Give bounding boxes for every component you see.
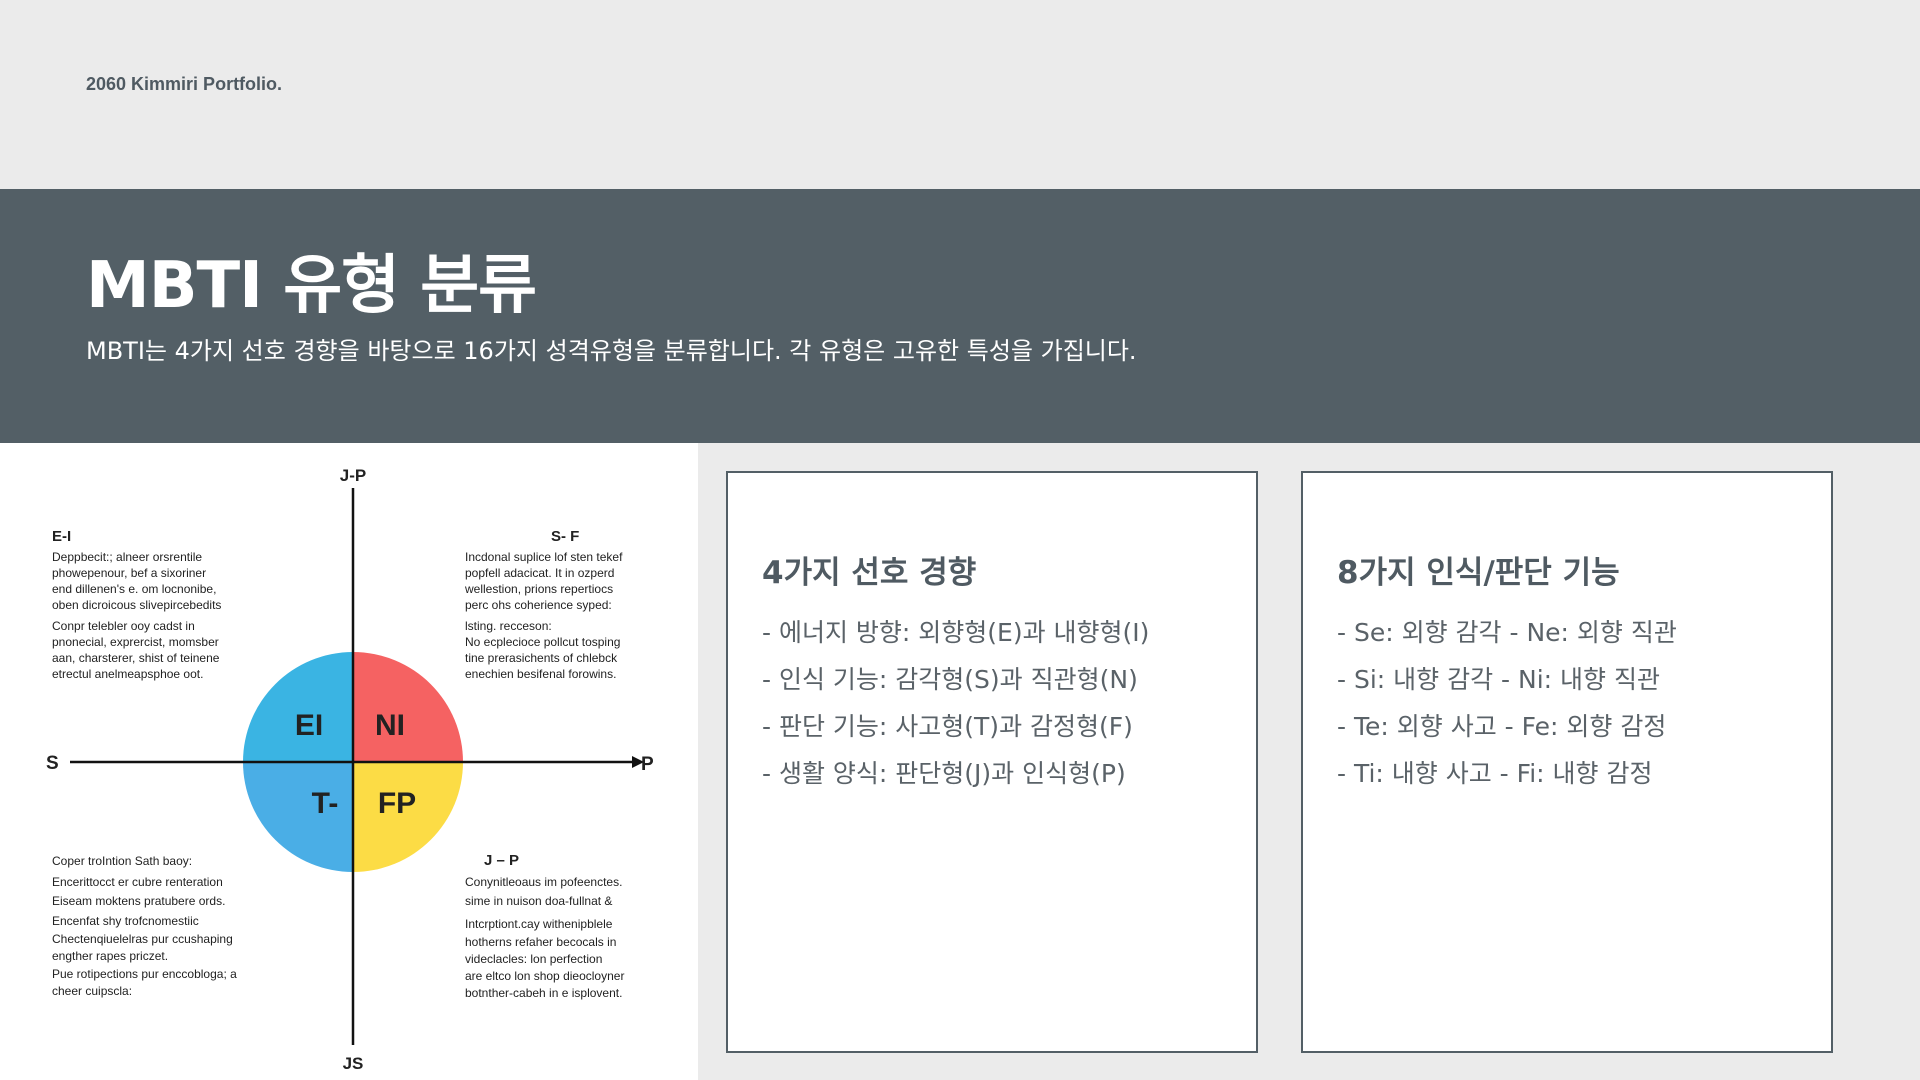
block-line: Pue rotipections pur enccobloga; a — [52, 967, 237, 981]
block-line: Coper troIntion Sath baoy: — [52, 854, 192, 868]
mbti-diagram: J-P JS S P EI NI T- FP E-I Deppbecit:; a… — [0, 443, 698, 1080]
list-item: - Te: 외향 사고 - Fe: 외향 감정 — [1337, 712, 1667, 741]
portfolio-label: 2060 Kimmiri Portfolio. — [86, 74, 283, 94]
list-item: - 인식 기능: 감각형(S)과 직관형(N) — [762, 665, 1138, 694]
block-line: pnonecial, exprercist, momsber — [52, 635, 219, 649]
block-heading-top-left: E-I — [52, 528, 71, 545]
block-line: popfell adacicat. It in ozperd — [465, 566, 614, 580]
card-title: 8가지 인식/판단 기능 — [1337, 555, 1620, 591]
axis-label-left: S — [46, 753, 59, 774]
block-text-bottom-right: Conynitleoaus im pofeenctes. sime in nui… — [465, 875, 624, 1000]
block-text-top-left: Deppbecit:; alneer orsrentile phowepenou… — [52, 550, 221, 681]
block-heading-bottom-right: J – P — [484, 852, 519, 869]
block-line: phowepenour, bef a sixoriner — [52, 566, 206, 580]
block-line: tine prerasichents of chlebck — [465, 651, 618, 665]
block-line: end dillenen's e. om locnonibe, — [52, 582, 216, 596]
block-line: videclacles: lon perfection — [465, 952, 602, 966]
block-line: Incdonal suplice lof sten tekef — [465, 550, 623, 564]
block-line: Intcrptiont.cay withenipblele — [465, 917, 613, 931]
block-text-top-right: Incdonal suplice lof sten tekef popfell … — [464, 550, 623, 681]
page-title: MBTI 유형 분류 — [86, 249, 537, 323]
block-line: sime in nuison doa-fullnat & — [465, 894, 612, 908]
block-line: engther rapes priczet. — [52, 949, 168, 963]
block-line: Eiseam moktens pratubere ords. — [52, 894, 225, 908]
axis-label-bottom: JS — [343, 1054, 364, 1073]
block-text-bottom-left: Coper troIntion Sath baoy: Encerittocct … — [52, 854, 237, 998]
block-line: botnther-cabeh in e isplovent. — [465, 986, 622, 1000]
axis-label-top: J-P — [340, 466, 366, 485]
quadrant-label-ni: NI — [375, 709, 405, 742]
quadrant-ni — [353, 652, 463, 762]
axis-label-right: P — [641, 754, 654, 775]
block-line: Chectenqiuelelras pur ccushaping — [52, 932, 233, 946]
block-line: enechien besifenal forowins. — [465, 667, 616, 681]
block-line: cheer cuipscla: — [52, 984, 132, 998]
block-line: Conynitleoaus im pofeenctes. — [465, 875, 622, 889]
list-item: - 생활 양식: 판단형(J)과 인식형(P) — [762, 759, 1126, 788]
block-line: Conpr telebler ooy cadst in — [52, 619, 195, 633]
block-line: hotherns refaher becocals in — [465, 935, 616, 949]
block-line: oben dicroicous slivepircebedits — [52, 598, 221, 612]
quadrant-label-fp: FP — [378, 787, 416, 820]
block-heading-top-right: S- F — [551, 528, 579, 545]
list-item: - Ti: 내향 사고 - Fi: 내향 감정 — [1337, 759, 1653, 788]
block-line: aan, charsterer, shist of teinene — [52, 651, 220, 665]
block-line: wellestion, prions repertiocs — [464, 582, 613, 596]
block-line: No ecplecioce pollcut tosping — [465, 635, 620, 649]
mbti-diagram-canvas: J-P JS S P EI NI T- FP E-I Deppbecit:; a… — [46, 466, 654, 1073]
list-item: - 에너지 방향: 외향형(E)과 내향형(I) — [762, 618, 1150, 647]
block-line: lsting. recceson: — [465, 619, 552, 633]
quadrant-label-ei: EI — [295, 709, 323, 742]
page-subtitle: MBTI는 4가지 선호 경향을 바탕으로 16가지 성격유형을 분류합니다. … — [86, 337, 1137, 365]
quadrant-ei — [243, 652, 353, 762]
block-line: perc ohs coherience syped: — [465, 598, 612, 612]
block-line: Encenfat shy trofcnomestiic — [52, 914, 199, 928]
list-item: - Si: 내향 감각 - Ni: 내향 직관 — [1337, 665, 1660, 694]
list-item: - Se: 외향 감각 - Ne: 외향 직관 — [1337, 618, 1677, 647]
quadrant-label-t: T- — [312, 787, 339, 820]
card-list: - Se: 외향 감각 - Ne: 외향 직관 - Si: 내향 감각 - Ni… — [1337, 609, 1677, 797]
block-line: Encerittocct er cubre renteration — [52, 875, 223, 889]
functions-card: 8가지 인식/판단 기능 - Se: 외향 감각 - Ne: 외향 직관 - S… — [1301, 471, 1833, 1053]
block-line: etrectul anelmeapsphoe oot. — [52, 667, 203, 681]
block-line: Deppbecit:; alneer orsrentile — [52, 550, 202, 564]
block-line: are eltco lon shop dieocloyner — [465, 969, 624, 983]
title-banner: MBTI 유형 분류 MBTI는 4가지 선호 경향을 바탕으로 16가지 성격… — [0, 189, 1920, 443]
card-title: 4가지 선호 경향 — [762, 555, 977, 591]
preference-card: 4가지 선호 경향 - 에너지 방향: 외향형(E)과 내향형(I) - 인식 … — [726, 471, 1258, 1053]
card-list: - 에너지 방향: 외향형(E)과 내향형(I) - 인식 기능: 감각형(S)… — [762, 609, 1149, 797]
list-item: - 판단 기능: 사고형(T)과 감정형(F) — [762, 712, 1133, 741]
